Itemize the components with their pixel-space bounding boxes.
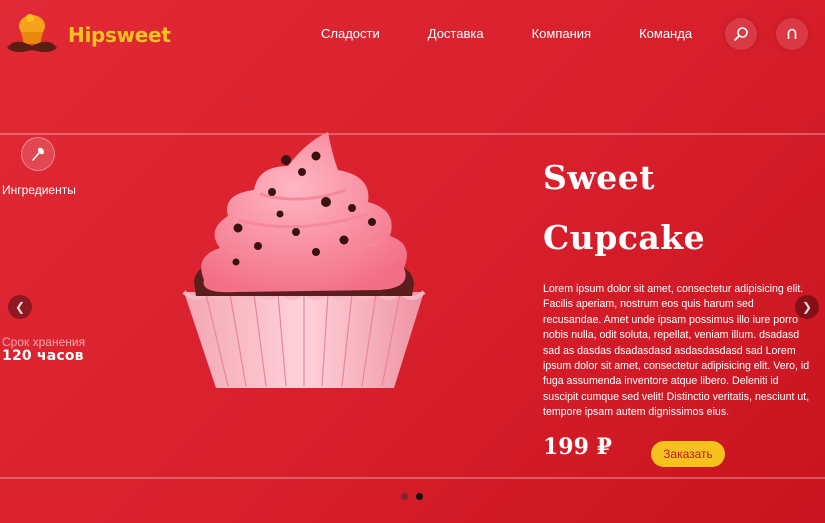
cupcake-mustache-logo-icon <box>7 14 57 52</box>
brand-logo[interactable]: Hipsweet <box>4 12 171 58</box>
ingredients-label[interactable]: Ингредиенты <box>2 183 76 197</box>
product-title-line1: Sweet <box>543 158 655 197</box>
search-icon <box>734 27 748 41</box>
product-price: 199 ₽ <box>543 434 612 460</box>
slider-dot-1[interactable] <box>401 493 408 500</box>
brand-name: Hipsweet <box>68 23 171 47</box>
nav-item-delivery[interactable]: Доставка <box>428 26 484 41</box>
chevron-left-icon: ❮ <box>14 300 26 314</box>
order-button[interactable]: Заказать <box>651 441 725 467</box>
shelf-life-value: 120 часов <box>2 348 84 364</box>
product-description: Lorem ipsum dolor sit amet, consectetur … <box>543 283 810 419</box>
ingredients-button[interactable] <box>21 137 55 171</box>
slider-pagination <box>401 493 431 500</box>
search-button[interactable] <box>725 18 757 50</box>
slider-prev-button[interactable]: ❮ <box>8 295 32 319</box>
spoon-icon <box>32 147 45 161</box>
nav-item-team[interactable]: Команда <box>639 26 692 41</box>
nav-item-company[interactable]: Компания <box>532 26 592 41</box>
product-title-line2: Cupcake <box>543 218 706 257</box>
slider-dot-2[interactable] <box>416 493 423 500</box>
nav-item-sweets[interactable]: Сладости <box>321 26 380 41</box>
cupcake-image <box>182 132 426 388</box>
user-icon <box>787 28 797 39</box>
product-title: Sweet Cupcake <box>543 148 813 268</box>
user-button[interactable] <box>776 18 808 50</box>
main-nav: Сладости Доставка Компания Команда <box>321 26 692 41</box>
shelf-life-label: Срок хранения <box>2 335 86 349</box>
